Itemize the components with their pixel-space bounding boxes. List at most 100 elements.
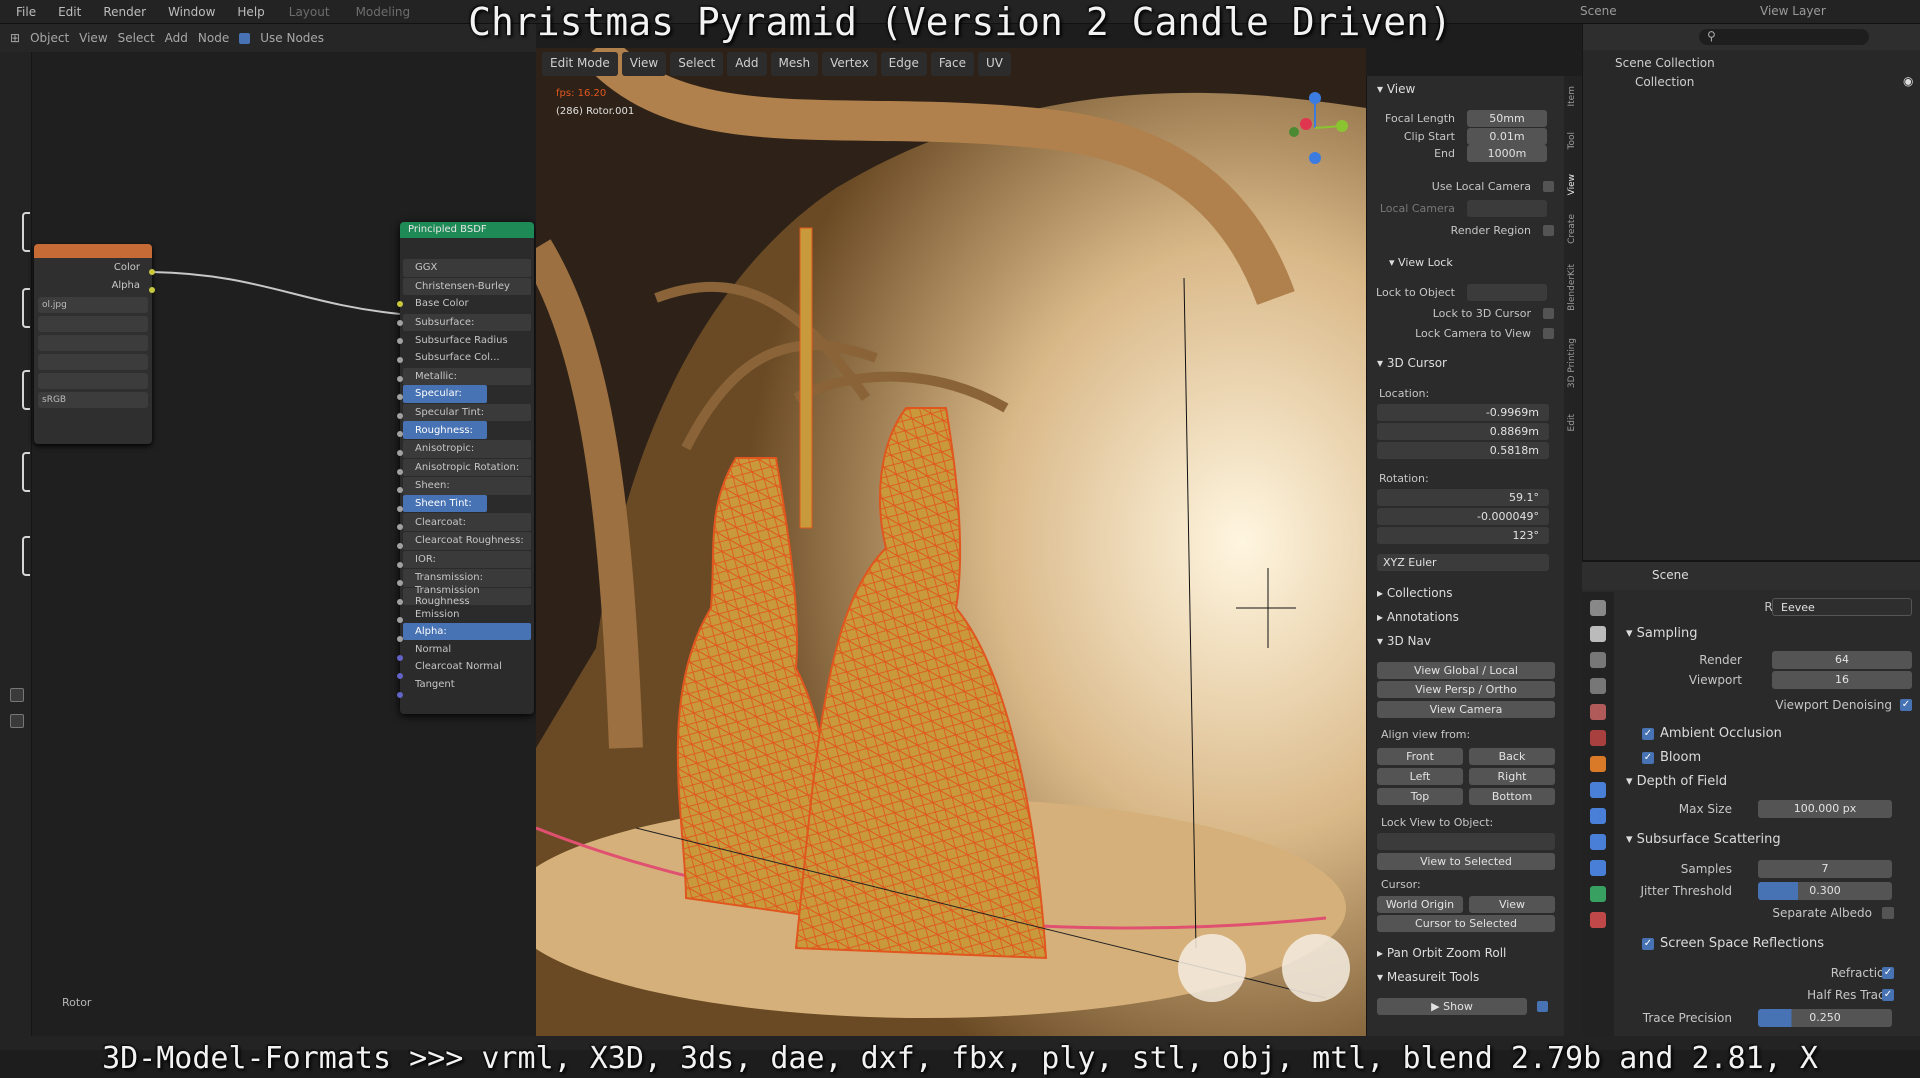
principled-bsdf-node[interactable]: Principled BSDF GGX Christensen-Burley B…	[400, 222, 534, 714]
bsdf-input-clearcoat-roughness[interactable]: Clearcoat Roughness:	[403, 531, 531, 550]
clip-end-field[interactable]: 1000m	[1467, 145, 1547, 162]
view-persp-ortho-button[interactable]: View Persp / Ortho	[1377, 681, 1555, 698]
sss-header[interactable]: ▾ Subsurface Scattering	[1626, 832, 1781, 847]
bsdf-input-ior[interactable]: IOR:	[403, 550, 531, 569]
data-tab-icon[interactable]	[1590, 886, 1606, 902]
rotation-mode-dropdown[interactable]: XYZ Euler	[1377, 554, 1549, 571]
bsdf-input-subsurface-col[interactable]: Subsurface Col...	[403, 349, 531, 367]
bsdf-input-emission[interactable]: Emission	[403, 605, 531, 623]
align-right-button[interactable]: Right	[1469, 768, 1555, 785]
tab-edit[interactable]: Edit	[1567, 414, 1579, 431]
cursor-location-z[interactable]: 0.5818m	[1377, 442, 1549, 459]
node-editor[interactable]: ⊞ Object View Select Add Node Use Nodes …	[0, 24, 536, 1040]
viewport-denoising-checkbox[interactable]: ✓	[1900, 699, 1912, 711]
bsdf-input-socket[interactable]	[397, 412, 403, 419]
align-top-button[interactable]: Top	[1377, 788, 1463, 805]
bsdf-node-title[interactable]: Principled BSDF	[400, 222, 534, 238]
gizmo-neg-y-icon[interactable]	[1289, 127, 1299, 137]
bloom-label[interactable]: Bloom	[1626, 750, 1701, 765]
bsdf-input-socket[interactable]	[397, 505, 403, 512]
gizmo-z-icon[interactable]	[1309, 92, 1321, 104]
tab-create[interactable]: Create	[1567, 214, 1579, 244]
ssr-label[interactable]: Screen Space Reflections	[1626, 936, 1824, 951]
bsdf-input-socket[interactable]	[397, 636, 403, 642]
object-tab-icon[interactable]	[1590, 756, 1606, 772]
cursor-rotation-y[interactable]: -0.000049°	[1377, 508, 1549, 525]
samples-field[interactable]: 7	[1758, 860, 1892, 878]
cursor-location-y[interactable]: 0.8869m	[1377, 423, 1549, 440]
render-region-checkbox[interactable]	[1543, 225, 1554, 236]
scene-tab-icon[interactable]	[1590, 704, 1606, 720]
bsdf-input-sheen[interactable]: Sheen:	[403, 477, 531, 495]
particles-tab-icon[interactable]	[1590, 808, 1606, 824]
interpolation-dropdown[interactable]	[38, 316, 148, 332]
image-node-header[interactable]	[34, 244, 152, 258]
collections-header[interactable]: ▸ Collections	[1377, 586, 1452, 600]
sampling-header[interactable]: ▾ Sampling	[1626, 626, 1698, 641]
cursor-view-button[interactable]: View	[1469, 896, 1555, 913]
viewport-menu-face[interactable]: Face	[930, 52, 975, 76]
pan-orbit-header[interactable]: ▸ Pan Orbit Zoom Roll	[1377, 946, 1506, 960]
align-back-button[interactable]: Back	[1469, 748, 1555, 765]
alpha-output-socket[interactable]	[149, 287, 155, 293]
viewport-samples-field[interactable]: 16	[1772, 671, 1912, 689]
align-left-button[interactable]: Left	[1377, 768, 1463, 785]
viewport-menu-mesh[interactable]: Mesh	[770, 52, 819, 76]
3d-cursor-header[interactable]: ▾ 3D Cursor	[1377, 356, 1447, 370]
bsdf-input-tangent[interactable]: Tangent	[403, 676, 531, 694]
properties-editor[interactable]: Scene Render Engine Eevee ▾ Sampling Ren…	[1582, 560, 1920, 1042]
gizmo-x-icon[interactable]	[1300, 118, 1312, 130]
3d-viewport[interactable]	[536, 48, 1366, 1036]
projection-dropdown[interactable]	[38, 335, 148, 351]
bsdf-input-transmission-roughness[interactable]: Transmission Roughness	[403, 585, 531, 607]
bsdf-input-socket[interactable]	[397, 654, 403, 661]
cursor-location-x[interactable]: -0.9969m	[1377, 404, 1549, 421]
gizmo-y-icon[interactable]	[1336, 120, 1348, 132]
scene-collection-row[interactable]: Scene Collection	[1615, 56, 1715, 70]
bsdf-input-specular-tint[interactable]: Specular Tint:	[403, 403, 531, 422]
render-tab-icon[interactable]	[1590, 626, 1606, 642]
depth-of-field-header[interactable]: ▾ Depth of Field	[1626, 774, 1727, 789]
gizmo-neg-z-icon[interactable]	[1309, 152, 1321, 164]
collection-row[interactable]: Collection	[1635, 75, 1694, 89]
annotations-header[interactable]: ▸ Annotations	[1377, 610, 1459, 624]
viewport-menu-select[interactable]: Select	[670, 52, 724, 76]
visibility-eye-icon[interactable]: ◉	[1903, 74, 1913, 88]
ambient-occlusion-label[interactable]: Ambient Occlusion	[1626, 726, 1782, 741]
separate-albedo-checkbox[interactable]	[1882, 907, 1894, 919]
refraction-checkbox[interactable]: ✓	[1882, 967, 1894, 979]
bsdf-input-socket[interactable]	[397, 543, 403, 549]
half-res-trace-checkbox[interactable]: ✓	[1882, 989, 1894, 1001]
subsurface-method-dropdown[interactable]: Christensen-Burley	[403, 277, 531, 296]
extension-dropdown[interactable]	[38, 354, 148, 370]
world-origin-button[interactable]: World Origin	[1377, 896, 1463, 913]
bsdf-input-subsurface[interactable]: Subsurface:	[403, 313, 531, 332]
view-to-selected-button[interactable]: View to Selected	[1377, 853, 1555, 870]
bsdf-input-normal[interactable]: Normal	[403, 640, 531, 658]
image-texture-node[interactable]: Color Alpha ol.jpg sRGB	[34, 244, 152, 444]
lock-camera-to-view-checkbox[interactable]	[1543, 328, 1554, 339]
bsdf-input-socket[interactable]	[397, 450, 403, 456]
physics-tab-icon[interactable]	[1590, 834, 1606, 850]
bsdf-input-socket[interactable]	[397, 598, 403, 605]
align-bottom-button[interactable]: Bottom	[1469, 788, 1555, 805]
bsdf-input-clearcoat[interactable]: Clearcoat:	[403, 513, 531, 531]
image-name-field[interactable]: ol.jpg	[38, 297, 148, 313]
bsdf-input-base-color[interactable]: Base Color	[403, 295, 531, 313]
bsdf-input-clearcoat-normal[interactable]: Clearcoat Normal	[403, 658, 531, 676]
bsdf-input-socket[interactable]	[397, 468, 403, 475]
bsdf-input-socket[interactable]	[397, 561, 403, 568]
mode-dropdown[interactable]: Edit Mode	[542, 52, 618, 76]
navigation-gizmo[interactable]	[1280, 88, 1350, 168]
bsdf-input-transmission[interactable]: Transmission:	[403, 569, 531, 587]
modifier-tab-icon[interactable]	[1590, 782, 1606, 798]
world-tab-icon[interactable]	[1590, 730, 1606, 746]
3d-nav-header[interactable]: ▾ 3D Nav	[1377, 634, 1431, 648]
lock-to-3d-cursor-checkbox[interactable]	[1543, 308, 1554, 319]
bsdf-input-socket[interactable]	[397, 319, 403, 326]
max-size-field[interactable]: 100.000 px	[1758, 800, 1892, 818]
viewport-menu-vertex[interactable]: Vertex	[822, 52, 877, 76]
bsdf-input-socket[interactable]	[397, 691, 403, 698]
constraints-tab-icon[interactable]	[1590, 860, 1606, 876]
viewport-menu-edge[interactable]: Edge	[880, 52, 927, 76]
